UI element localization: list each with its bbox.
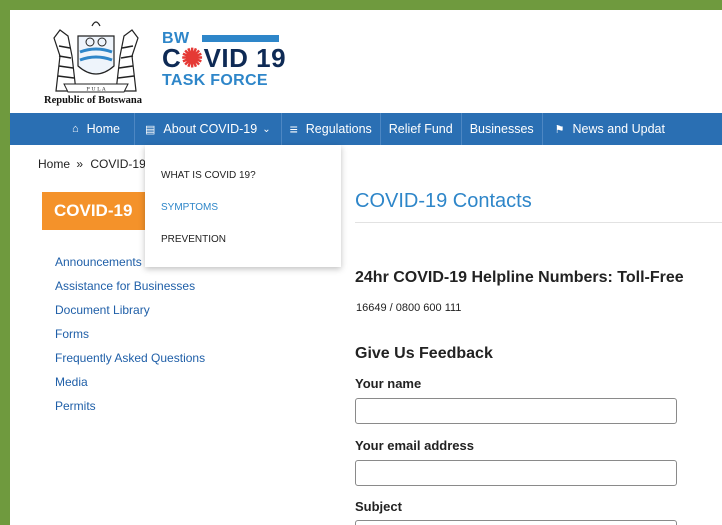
breadcrumb-current: COVID-19 [90,157,146,171]
nav-regulations[interactable]: ≡ Regulations [282,113,380,145]
menu-icon: ≡ [289,121,298,137]
sidebar-link-permits[interactable]: Permits [55,394,205,418]
covid-task-force-logo[interactable]: BW C✺VID 19 TASK FORCE [162,30,292,100]
svg-text:P U L A: P U L A [86,87,106,93]
title-divider [355,222,722,223]
sidebar-link-assistance[interactable]: Assistance for Businesses [55,274,205,298]
sidebar-links: Announcements Assistance for Businesses … [55,250,205,418]
nav-businesses-label: Businesses [469,122,534,136]
nav-relief-label: Relief Fund [388,122,453,136]
logo-vid: VID 19 [203,43,287,73]
page: P U L A Republic of Botswana BW C✺VID 19… [10,10,722,525]
about-covid-dropdown: WHAT IS COVID 19? SYMPTOMS PREVENTION [145,145,341,267]
nav-news-label: News and Updat [572,122,665,136]
chevron-down-icon: ⌄ [262,123,271,135]
sidebar-link-media[interactable]: Media [55,370,205,394]
coat-of-arms-logo[interactable]: P U L A [46,16,146,96]
nav-businesses[interactable]: Businesses [462,113,542,145]
feedback-heading: Give Us Feedback [355,345,493,362]
dropdown-item-what-is-covid[interactable]: WHAT IS COVID 19? [161,170,256,181]
main-nav: ⌂ Home ▤ About COVID-19 ⌄ ≡ Regulations … [10,113,722,145]
sidebar-heading: COVID-19 [42,192,152,230]
virus-icon: ✺ [181,43,204,73]
nav-home-label: Home [86,122,120,136]
flag-icon: ⚑ [554,123,565,136]
logo-task-force: TASK FORCE [162,72,268,89]
breadcrumb: Home » COVID-19 [38,157,146,171]
dropdown-item-prevention[interactable]: PREVENTION [161,234,226,245]
nav-about-label: About COVID-19 [163,122,258,136]
helpline-heading: 24hr COVID-19 Helpline Numbers: Toll-Fre… [355,269,684,286]
nav-about-covid[interactable]: ▤ About COVID-19 ⌄ [135,113,281,145]
sidebar-link-forms[interactable]: Forms [55,322,205,346]
helpline-numbers: 16649 / 0800 600 111 [356,302,462,314]
subject-field[interactable] [355,520,677,525]
logo-bar [202,35,279,42]
page-title: COVID-19 Contacts [355,190,532,212]
subject-label: Subject [355,499,402,514]
logo-covid: C✺VID 19 [162,43,286,74]
breadcrumb-home[interactable]: Home [38,157,70,171]
newspaper-icon: ▤ [145,123,156,136]
name-field[interactable] [355,398,677,424]
name-label: Your name [355,376,422,391]
nav-news-updates[interactable]: ⚑ News and Updat [543,113,673,145]
home-icon: ⌂ [72,123,79,135]
breadcrumb-separator: » [76,157,84,171]
email-label: Your email address [355,438,474,453]
nav-regulations-label: Regulations [305,122,372,136]
dropdown-item-symptoms[interactable]: SYMPTOMS [161,202,218,213]
email-field[interactable] [355,460,677,486]
nav-home[interactable]: ⌂ Home [10,113,134,145]
logo-c: C [162,43,182,73]
site-header: P U L A Republic of Botswana BW C✺VID 19… [10,10,722,113]
nav-relief-fund[interactable]: Relief Fund [381,113,461,145]
sidebar-link-faq[interactable]: Frequently Asked Questions [55,346,205,370]
sidebar-link-document-library[interactable]: Document Library [55,298,205,322]
country-caption: Republic of Botswana [44,95,143,106]
